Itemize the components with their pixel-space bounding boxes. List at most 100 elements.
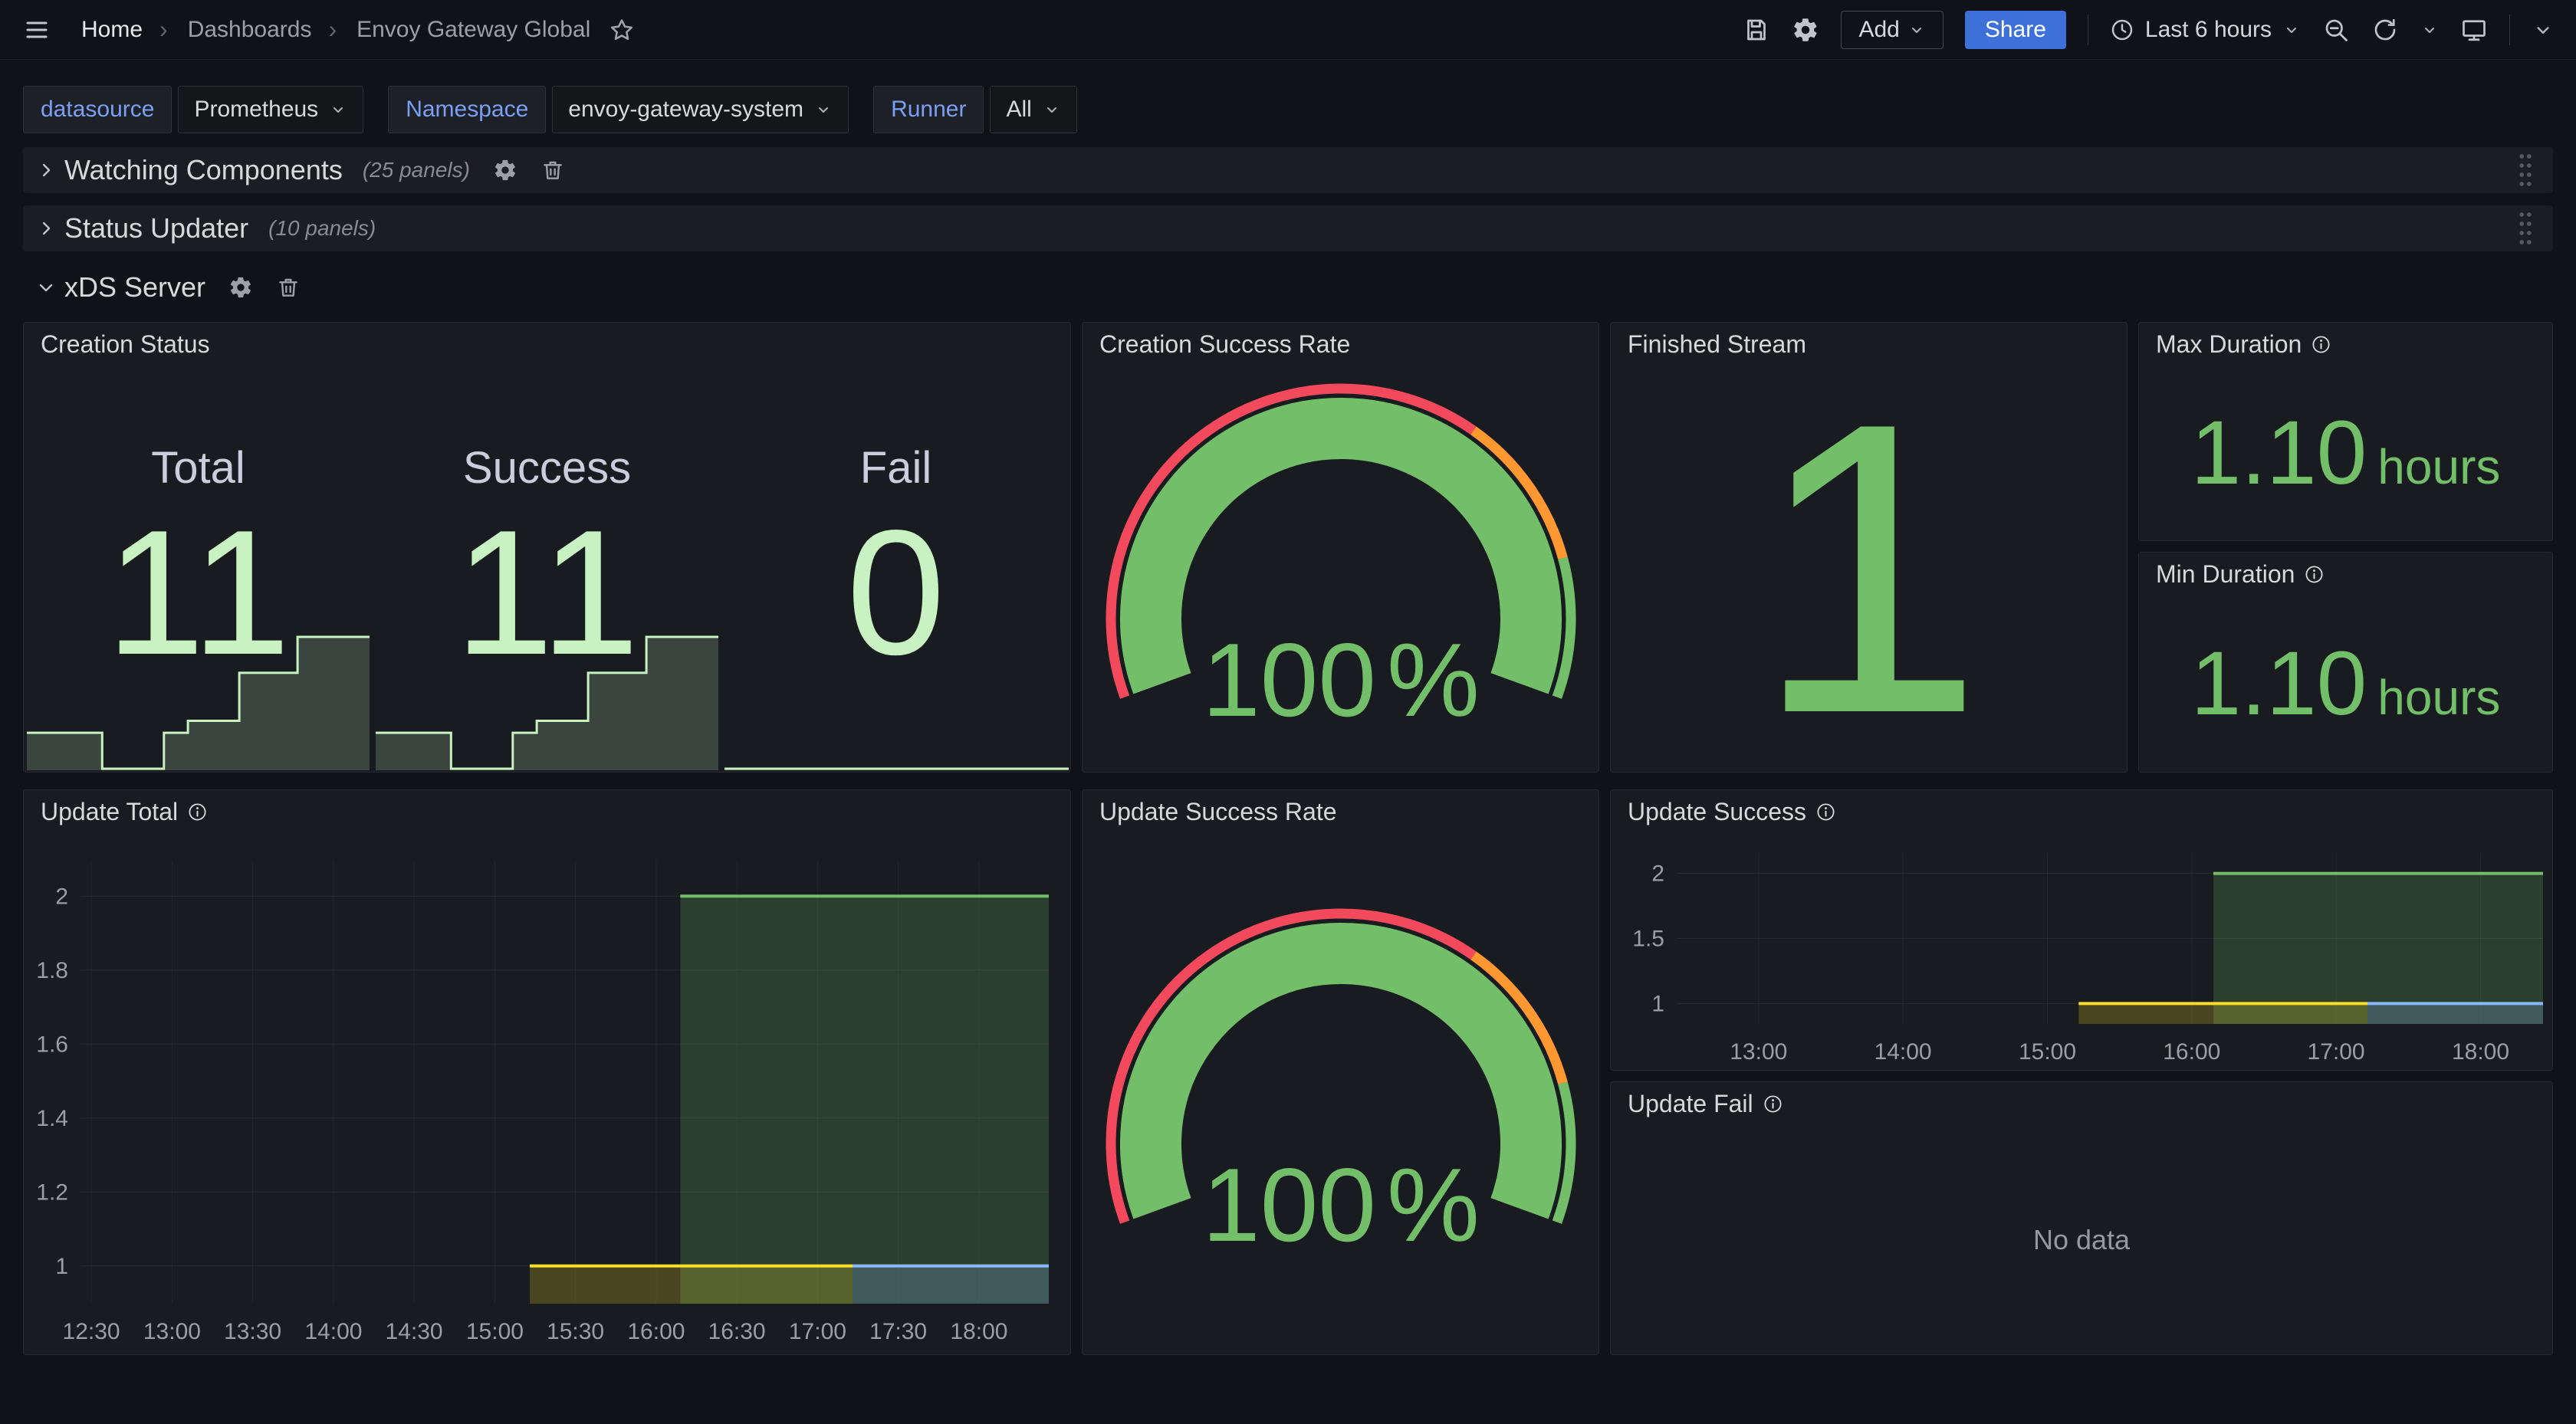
panel-finished-stream: Finished Stream 1 bbox=[1610, 322, 2128, 773]
row-drag-handle-icon[interactable] bbox=[2510, 152, 2541, 189]
panel-min-duration: Min Duration 1.10 hours bbox=[2138, 552, 2553, 773]
panel-creation-success-rate: Creation Success Rate 100% bbox=[1082, 322, 1599, 773]
panel-header[interactable]: Creation Success Rate bbox=[1083, 323, 1598, 366]
duration-unit: hours bbox=[2377, 673, 2500, 722]
svg-text:18:00: 18:00 bbox=[950, 1319, 1007, 1344]
panel-header[interactable]: Update Fail bbox=[1611, 1082, 2552, 1125]
trash-icon[interactable] bbox=[540, 158, 565, 182]
svg-text:14:30: 14:30 bbox=[386, 1319, 443, 1344]
variable-datasource: datasource Prometheus bbox=[23, 86, 363, 133]
runner-select[interactable]: All bbox=[990, 86, 1076, 133]
svg-text:16:30: 16:30 bbox=[708, 1319, 766, 1344]
panel-title: Update Total bbox=[41, 798, 178, 826]
share-button[interactable]: Share bbox=[1965, 11, 2066, 49]
row-watching-components[interactable]: Watching Components (25 panels) bbox=[23, 147, 2553, 193]
gear-icon[interactable] bbox=[228, 275, 253, 300]
kiosk-monitor-icon[interactable] bbox=[2460, 16, 2488, 44]
panel-header[interactable]: Update Total bbox=[24, 790, 1070, 833]
svg-text:13:00: 13:00 bbox=[143, 1319, 201, 1344]
toolbar-divider bbox=[2509, 15, 2510, 45]
gear-icon[interactable] bbox=[1792, 16, 1819, 44]
time-range-picker[interactable]: Last 6 hours bbox=[2110, 17, 2301, 43]
trash-icon[interactable] bbox=[276, 275, 301, 300]
stat-max-duration: 1.10 hours bbox=[2139, 366, 2552, 540]
svg-text:1.4: 1.4 bbox=[36, 1106, 68, 1131]
info-icon[interactable] bbox=[1815, 802, 1836, 822]
svg-text:14:00: 14:00 bbox=[304, 1319, 362, 1344]
variable-runner: Runner All bbox=[873, 86, 1077, 133]
stat-finished-stream-value: 1 bbox=[1611, 366, 2127, 772]
svg-text:1.8: 1.8 bbox=[36, 958, 68, 983]
chevron-right-icon[interactable] bbox=[35, 159, 57, 181]
save-icon[interactable] bbox=[1743, 16, 1770, 44]
timeseries-update-total: 11.21.41.61.8212:3013:0013:3014:0014:301… bbox=[24, 833, 1070, 1354]
row-panel-count: (25 panels) bbox=[363, 158, 470, 182]
chevron-down-icon bbox=[1907, 21, 1926, 39]
row-title[interactable]: xDS Server bbox=[64, 271, 205, 304]
svg-text:17:30: 17:30 bbox=[869, 1319, 927, 1344]
menu-icon[interactable] bbox=[23, 16, 51, 44]
svg-text:1.6: 1.6 bbox=[36, 1032, 68, 1057]
duration-value: 1.10 bbox=[2191, 408, 2367, 498]
namespace-value: envoy-gateway-system bbox=[568, 97, 803, 123]
svg-text:2: 2 bbox=[55, 884, 68, 909]
panel-title: Max Duration bbox=[2156, 330, 2302, 359]
collapse-toolbar-chevron-icon[interactable] bbox=[2532, 18, 2555, 41]
refresh-interval-chevron-icon[interactable] bbox=[2420, 21, 2439, 39]
chevron-down-icon bbox=[329, 100, 347, 119]
panel-header[interactable]: Creation Status bbox=[24, 323, 1070, 366]
row-title[interactable]: Watching Components bbox=[64, 154, 343, 186]
svg-text:15:00: 15:00 bbox=[466, 1319, 524, 1344]
svg-text:1.5: 1.5 bbox=[1632, 927, 1664, 952]
info-icon[interactable] bbox=[1763, 1094, 1783, 1114]
panel-title: Min Duration bbox=[2156, 560, 2295, 589]
stat-label: Fail bbox=[860, 442, 932, 494]
svg-text:1.2: 1.2 bbox=[36, 1180, 68, 1205]
panel-header[interactable]: Max Duration bbox=[2139, 323, 2552, 366]
panel-title: Creation Success Rate bbox=[1099, 330, 1350, 359]
clock-icon bbox=[2110, 18, 2134, 42]
gauge-creation-success-rate: 100% bbox=[1083, 366, 1598, 772]
info-icon[interactable] bbox=[2304, 564, 2325, 585]
gear-icon[interactable] bbox=[493, 158, 518, 182]
svg-text:1: 1 bbox=[1651, 991, 1664, 1016]
panel-update-success: Update Success 11.5213:0014:0015:0016:00… bbox=[1610, 789, 2553, 1071]
stat-value: 0 bbox=[846, 504, 945, 682]
row-status-updater[interactable]: Status Updater (10 panels) bbox=[23, 205, 2553, 251]
namespace-select[interactable]: envoy-gateway-system bbox=[552, 86, 849, 133]
svg-text:1: 1 bbox=[55, 1254, 68, 1279]
stat-label: Total bbox=[151, 442, 245, 494]
chevron-right-icon[interactable] bbox=[35, 218, 57, 239]
runner-label: Runner bbox=[873, 86, 984, 133]
breadcrumb-separator: › bbox=[328, 15, 337, 44]
duration-unit: hours bbox=[2377, 442, 2500, 491]
chevron-down-icon[interactable] bbox=[35, 277, 57, 298]
datasource-label: datasource bbox=[23, 86, 172, 133]
svg-text:100%: 100% bbox=[1202, 622, 1480, 738]
breadcrumb-home[interactable]: Home bbox=[81, 17, 143, 43]
add-button-label: Add bbox=[1858, 17, 1899, 43]
panel-header[interactable]: Min Duration bbox=[2139, 553, 2552, 596]
breadcrumb-dashboards[interactable]: Dashboards bbox=[188, 17, 312, 43]
info-icon[interactable] bbox=[2311, 334, 2331, 355]
row-xds-server[interactable]: xDS Server bbox=[23, 264, 2553, 310]
panel-header[interactable]: Update Success Rate bbox=[1083, 790, 1598, 833]
row-drag-handle-icon[interactable] bbox=[2510, 210, 2541, 247]
star-icon[interactable] bbox=[609, 17, 635, 43]
svg-text:16:00: 16:00 bbox=[627, 1319, 685, 1344]
row-title[interactable]: Status Updater bbox=[64, 212, 248, 244]
zoom-out-icon[interactable] bbox=[2322, 16, 2350, 44]
panel-title: Update Success bbox=[1628, 798, 1806, 826]
gauge-update-success-rate: 100% bbox=[1083, 833, 1598, 1354]
panel-update-fail: Update Fail No data bbox=[1610, 1081, 2553, 1355]
panel-title: Creation Status bbox=[41, 330, 210, 359]
time-range-label: Last 6 hours bbox=[2145, 17, 2272, 43]
panel-header[interactable]: Update Success bbox=[1611, 790, 2552, 833]
top-toolbar: Home › Dashboards › Envoy Gateway Global… bbox=[0, 0, 2576, 60]
svg-text:100%: 100% bbox=[1202, 1147, 1480, 1263]
datasource-select[interactable]: Prometheus bbox=[178, 86, 363, 133]
info-icon[interactable] bbox=[187, 802, 208, 822]
svg-text:13:30: 13:30 bbox=[224, 1319, 281, 1344]
refresh-icon[interactable] bbox=[2371, 16, 2399, 44]
add-button[interactable]: Add bbox=[1841, 11, 1943, 49]
